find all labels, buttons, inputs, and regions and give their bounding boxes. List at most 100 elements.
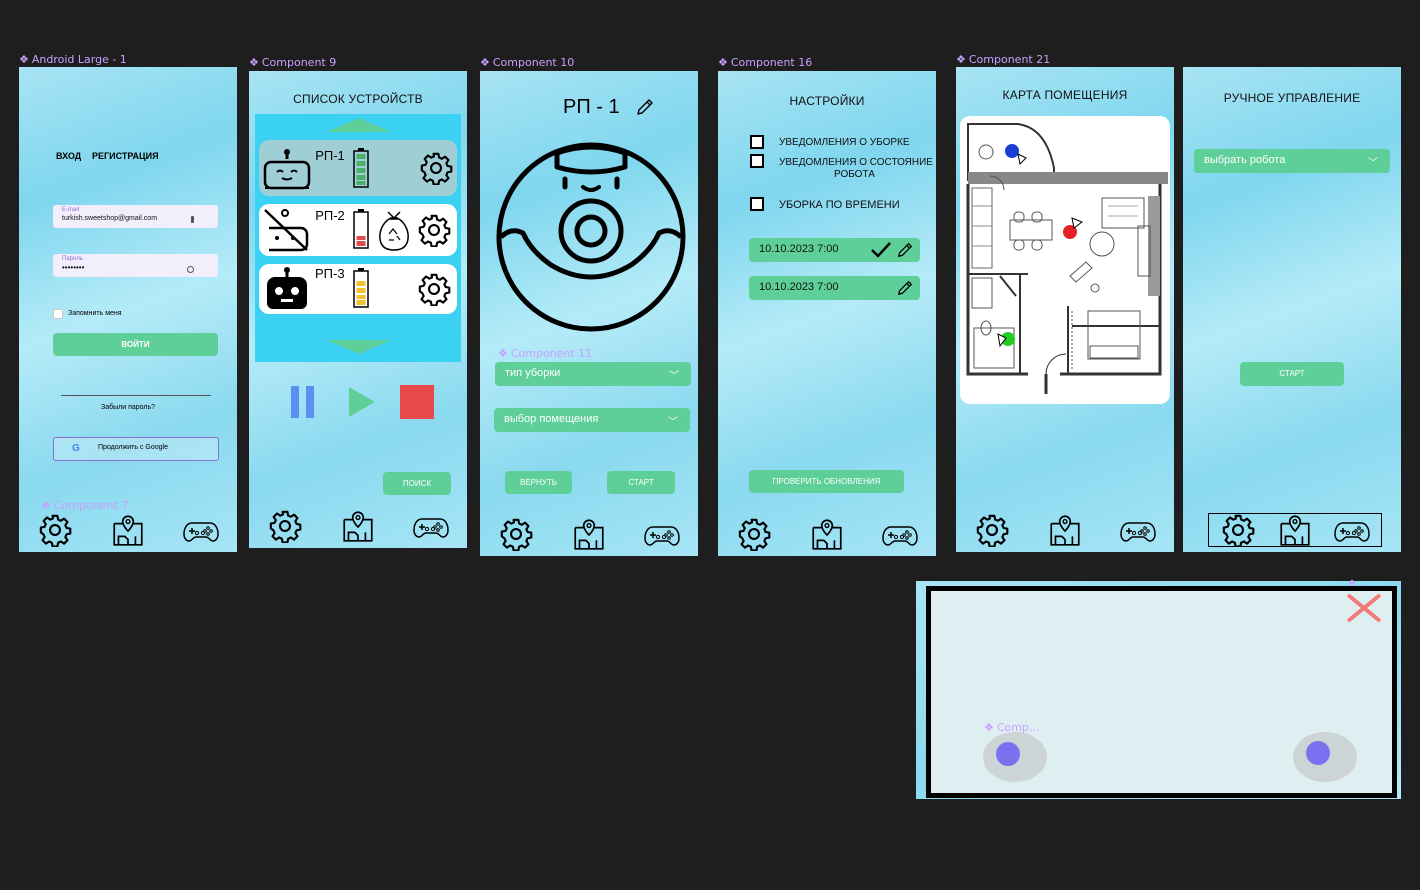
devices-screen: СПИСОК УСТРОЙСТВ РП-1 РП-2 РП-3 ПОИСК [249, 71, 467, 548]
forgot-password-link[interactable]: Забыли пароль? [19, 404, 237, 411]
schedule-item[interactable]: 10.10.2023 7:00 [749, 276, 920, 300]
map-pin-icon[interactable] [571, 517, 607, 551]
tab-register[interactable]: РЕГИСТРАЦИЯ [92, 151, 159, 161]
robot-icon [263, 149, 311, 190]
notify-cleaning-checkbox[interactable] [750, 135, 764, 149]
select-robot-dropdown[interactable]: выбрать робота ﹀ [1194, 149, 1390, 173]
email-field[interactable]: E-mail turkish.sweetshop@gmail.com [53, 205, 218, 228]
robot-vacuum-illustration [496, 142, 686, 332]
component-label: ❖ Component 7 [41, 499, 129, 512]
settings-screen: НАСТРОЙКИ УВЕДОМЛЕНИЯ О УБОРКЕ УВЕДОМЛЕН… [718, 71, 936, 556]
gear-icon[interactable] [267, 509, 303, 543]
device-item[interactable]: РП-3 [259, 264, 457, 314]
floor-plan[interactable] [960, 116, 1170, 404]
scroll-up-arrow[interactable] [327, 116, 391, 132]
gamepad-icon[interactable] [1334, 513, 1370, 547]
check-updates-button[interactable]: ПРОВЕРИТЬ ОБНОВЛЕНИЯ [749, 470, 904, 493]
scroll-down-arrow[interactable] [327, 340, 391, 356]
schedule-item[interactable]: 10.10.2023 7:00 [749, 238, 920, 262]
joystick-knob[interactable] [1306, 741, 1330, 765]
bottom-nav [480, 516, 698, 552]
start-button[interactable]: СТАРТ [607, 471, 675, 494]
device-item[interactable]: РП-2 [259, 204, 457, 256]
eye-icon[interactable] [187, 266, 194, 273]
login-button[interactable]: ВОЙТИ [53, 333, 218, 356]
remember-label: Запомнить меня [68, 310, 122, 317]
close-icon[interactable] [1346, 593, 1382, 623]
page-title: КАРТА ПОМЕЩЕНИЯ [1002, 88, 1128, 102]
trash-bag-icon [379, 211, 409, 251]
gear-icon[interactable] [498, 517, 534, 551]
cleaning-type-dropdown[interactable]: тип уборки ﹀ [495, 362, 691, 386]
pencil-icon[interactable] [635, 97, 655, 117]
notify-status-label-2: РОБОТА [834, 169, 875, 180]
gear-icon[interactable] [417, 213, 451, 247]
robot-offline-icon [264, 209, 309, 252]
robot-marker[interactable] [1005, 144, 1019, 158]
frame-label-robot: ❖ Component 10 [480, 56, 575, 69]
gear-icon[interactable] [1220, 513, 1256, 547]
frame-label-settings: ❖ Component 16 [718, 56, 813, 69]
joystick-knob[interactable] [996, 742, 1020, 766]
bottom-nav [956, 512, 1174, 548]
room-select-dropdown[interactable]: выбор помещения ﹀ [494, 408, 690, 432]
gamepad-icon[interactable] [183, 513, 219, 547]
robot-screen: РП - 1 ❖ Component 11 тип уборки ﹀ выбор п… [480, 71, 698, 556]
device-item[interactable]: РП-1 [259, 140, 457, 196]
scheduled-cleaning-label: УБОРКА ПО ВРЕМЕНИ [779, 199, 900, 211]
google-icon: G [72, 443, 80, 454]
scheduled-cleaning-checkbox[interactable] [750, 197, 764, 211]
frame-label-login: ❖ Android Large - 1 [19, 53, 127, 66]
login-screen: ВХОД РЕГИСТРАЦИЯ E-mail turkish.sweetsho… [19, 67, 237, 552]
right-joystick[interactable] [1293, 732, 1357, 782]
notify-status-label: УВЕДОМЛЕНИЯ О СОСТОЯНИЕ [779, 157, 933, 168]
page-title: СПИСОК УСТРОЙСТВ [293, 92, 423, 106]
map-pin-icon[interactable] [1047, 513, 1083, 547]
device-name: РП-1 [315, 148, 345, 163]
pencil-icon[interactable] [896, 241, 914, 259]
map-pin-icon[interactable] [110, 513, 146, 547]
map-pin-icon[interactable] [809, 517, 845, 551]
start-button[interactable]: СТАРТ [1240, 362, 1344, 386]
bottom-nav [249, 508, 467, 544]
left-joystick[interactable] [983, 732, 1047, 782]
chevron-down-icon: ﹀ [669, 371, 679, 382]
chevron-down-icon: ﹀ [668, 417, 678, 428]
search-button[interactable]: ПОИСК [383, 472, 451, 495]
battery-icon [353, 268, 369, 308]
tab-login[interactable]: ВХОД [56, 151, 81, 161]
bottom-nav [1208, 513, 1382, 547]
stop-icon[interactable] [399, 384, 435, 420]
frame-label-map: ❖ Component 21 [956, 53, 1051, 66]
gamepad-icon[interactable] [1120, 513, 1156, 547]
remember-checkbox[interactable] [53, 309, 63, 319]
google-button[interactable]: G Продолжить с Google [53, 437, 219, 461]
gear-icon[interactable] [417, 272, 451, 306]
notify-cleaning-label: УВЕДОМЛЕНИЯ О УБОРКЕ [779, 137, 910, 148]
gamepad-icon[interactable] [882, 517, 918, 551]
device-name: РП-3 [315, 266, 345, 281]
gear-icon[interactable] [419, 151, 453, 185]
field-icon [191, 216, 194, 223]
divider [61, 395, 211, 396]
battery-icon [353, 209, 369, 249]
pencil-icon[interactable] [896, 279, 914, 297]
component-label: ❖... [1348, 579, 1368, 589]
notify-status-checkbox[interactable] [750, 154, 764, 168]
manual-control-screen: РУЧНОЕ УПРАВЛЕНИЕ выбрать робота ﹀ СТАРТ [1183, 67, 1401, 552]
back-button[interactable]: ВЕРНУТЬ [505, 471, 572, 494]
bottom-nav [19, 512, 237, 548]
check-icon[interactable] [870, 241, 892, 258]
frame-label-devices: ❖ Component 9 [249, 56, 337, 69]
map-pin-icon[interactable] [340, 509, 376, 543]
gear-icon[interactable] [37, 513, 73, 547]
gamepad-icon[interactable] [644, 517, 680, 551]
gear-icon[interactable] [974, 513, 1010, 547]
map-pin-icon[interactable] [1277, 513, 1313, 547]
play-icon[interactable] [347, 385, 377, 419]
gear-icon[interactable] [736, 517, 772, 551]
pause-icon[interactable] [289, 384, 317, 420]
control-area: ❖ Comp... [926, 586, 1397, 798]
password-field[interactable]: Пароль •••••••• [53, 254, 218, 277]
gamepad-icon[interactable] [413, 509, 449, 543]
